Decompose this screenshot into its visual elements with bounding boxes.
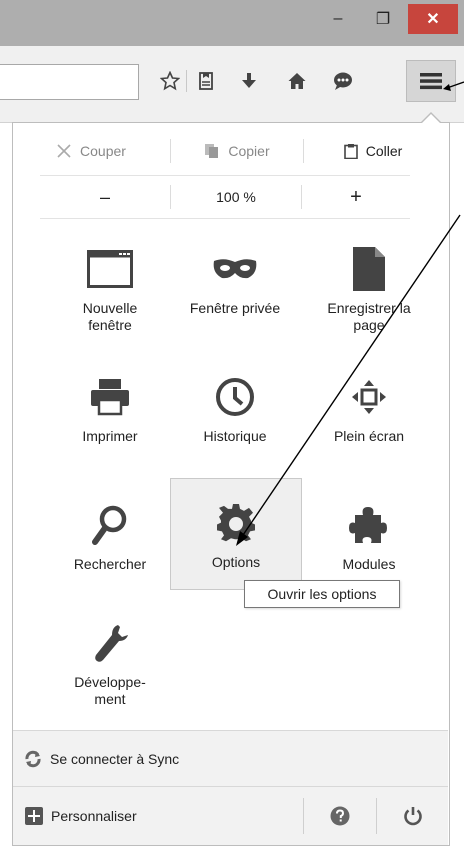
find-button[interactable]: Rechercher xyxy=(45,500,175,573)
sync-label: Se connecter à Sync xyxy=(50,751,180,767)
sync-icon xyxy=(25,750,41,768)
developer-label-line1: Développe- xyxy=(74,674,146,690)
fullscreen-label: Plein écran xyxy=(333,428,405,444)
reading-list-icon[interactable] xyxy=(191,66,221,96)
printer-icon xyxy=(91,379,129,416)
power-icon xyxy=(403,807,422,826)
maximize-icon: ❐ xyxy=(375,11,391,28)
puzzle-icon xyxy=(349,507,387,543)
sync-row[interactable]: Se connecter à Sync xyxy=(13,730,448,787)
scissors-icon xyxy=(57,144,71,158)
cut-button[interactable]: Couper xyxy=(12,132,170,170)
chat-icon[interactable] xyxy=(328,66,358,96)
customize-button[interactable]: Personnaliser xyxy=(13,787,303,845)
fullscreen-icon xyxy=(352,380,386,414)
zoom-controls: – 100 % + xyxy=(40,175,410,219)
download-icon[interactable] xyxy=(234,66,264,96)
clipboard-icon xyxy=(343,144,358,159)
footer-bar: Personnaliser xyxy=(13,786,448,845)
private-window-label: Fenêtre privée xyxy=(189,300,281,316)
print-button[interactable]: Imprimer xyxy=(45,372,175,445)
fullscreen-button[interactable]: Plein écran xyxy=(304,372,434,445)
minimize-icon: – xyxy=(333,10,343,27)
gear-icon xyxy=(217,503,255,541)
navigation-toolbar xyxy=(0,46,464,123)
window-icon xyxy=(87,250,133,288)
edit-controls: Couper Copier Coller xyxy=(12,132,448,170)
developer-label-line2: ment xyxy=(94,691,126,707)
new-window-button[interactable]: Nouvelle fenêtre xyxy=(45,244,175,334)
hamburger-icon xyxy=(420,73,442,90)
addons-label: Modules xyxy=(342,556,396,572)
help-icon xyxy=(330,806,350,826)
find-label: Rechercher xyxy=(73,556,147,572)
print-label: Imprimer xyxy=(82,428,138,444)
options-tooltip: Ouvrir les options xyxy=(244,580,400,608)
copy-icon xyxy=(205,144,219,158)
cut-label: Couper xyxy=(80,143,126,159)
close-button[interactable]: ✕ xyxy=(408,4,458,34)
developer-button[interactable]: Développe-ment xyxy=(45,618,175,708)
copy-button[interactable]: Copier xyxy=(171,132,303,170)
save-page-label-line1: Enregistrer la xyxy=(327,300,411,316)
page-icon xyxy=(353,247,385,291)
home-icon[interactable] xyxy=(282,66,312,96)
url-bar[interactable] xyxy=(0,64,139,100)
plus-box-icon xyxy=(25,807,43,825)
zoom-out-icon: – xyxy=(99,186,110,207)
history-button[interactable]: Historique xyxy=(170,372,300,445)
save-page-label-line2: page xyxy=(353,317,385,333)
quit-button[interactable] xyxy=(377,787,448,845)
history-label: Historique xyxy=(203,428,267,444)
customize-label: Personnaliser xyxy=(51,808,137,824)
addons-button[interactable]: Modules xyxy=(304,500,434,573)
paste-label: Coller xyxy=(365,143,403,159)
open-menu-button[interactable] xyxy=(406,60,456,102)
search-icon xyxy=(92,505,127,545)
tooltip-text: Ouvrir les options xyxy=(267,586,377,602)
bookmark-star-icon[interactable] xyxy=(155,66,185,96)
new-window-label-line2: fenêtre xyxy=(88,317,132,333)
mask-icon xyxy=(213,259,257,279)
clock-icon xyxy=(216,378,254,416)
copy-label: Copier xyxy=(228,143,270,159)
zoom-in-button[interactable]: + xyxy=(302,182,410,212)
zoom-in-icon: + xyxy=(350,185,362,208)
help-button[interactable] xyxy=(304,787,376,845)
wrench-icon xyxy=(95,625,128,662)
title-bar: – ❐ ✕ xyxy=(0,0,464,46)
zoom-out-button[interactable]: – xyxy=(40,182,170,212)
zoom-reset-button[interactable]: 100 % xyxy=(171,182,301,212)
close-icon: ✕ xyxy=(426,11,440,28)
save-page-button[interactable]: Enregistrer la page xyxy=(304,244,434,334)
options-label: Options xyxy=(211,553,261,570)
maximize-button[interactable]: ❐ xyxy=(363,4,403,34)
options-button[interactable]: Options xyxy=(170,478,302,590)
paste-button[interactable]: Coller xyxy=(304,132,442,170)
minimize-button[interactable]: – xyxy=(318,4,358,34)
zoom-level: 100 % xyxy=(216,189,256,205)
private-window-button[interactable]: Fenêtre privée xyxy=(170,244,300,317)
new-window-label-line1: Nouvelle xyxy=(82,300,138,316)
